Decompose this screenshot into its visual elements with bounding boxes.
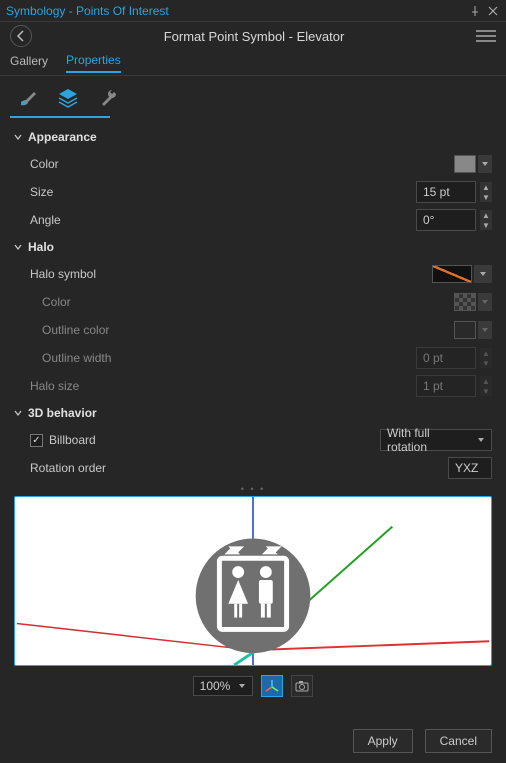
layers-icon[interactable] [56,86,80,110]
halo-outline-width-value: 0 pt [423,351,443,365]
symbol-preview[interactable] [14,496,492,666]
label-halo-size: Halo size [30,379,79,393]
zoom-value: 100% [200,679,231,693]
angle-value: 0° [423,213,434,227]
group-3d-behavior[interactable]: 3D behavior [14,406,492,420]
camera-icon[interactable] [291,675,313,697]
tab-bar: Gallery Properties [0,50,506,76]
row-rotation-order: Rotation order YXZ [14,454,492,482]
cancel-button[interactable]: Cancel [425,729,492,753]
halo-outline-color-dropdown[interactable] [478,321,492,339]
label-halo-symbol: Halo symbol [30,267,96,281]
chevron-down-icon [14,130,24,144]
label-halo-outline-color: Outline color [42,323,109,337]
axes-toggle-icon[interactable] [261,675,283,697]
row-size: Size 15 pt ▲▼ [14,178,492,206]
page-title: Format Point Symbol - Elevator [40,29,468,44]
sub-tab-icons [0,76,506,116]
label-color: Color [30,157,59,171]
header-row: Format Point Symbol - Elevator [0,22,506,50]
halo-symbol-dropdown[interactable] [474,265,492,283]
label-rotation-order: Rotation order [30,461,106,475]
back-button[interactable] [10,25,32,47]
tab-gallery[interactable]: Gallery [10,54,48,72]
row-billboard: ✓ Billboard With full rotation [14,426,492,454]
chevron-down-icon [14,240,24,254]
halo-size-value: 1 pt [423,379,443,393]
zoom-dropdown[interactable]: 100% [193,676,254,696]
title-bar: Symbology - Points Of Interest [0,0,506,22]
wrench-icon[interactable] [96,86,120,110]
size-value: 15 pt [423,185,450,199]
halo-outline-width-input[interactable]: 0 pt [416,347,476,369]
tab-properties[interactable]: Properties [66,53,121,73]
color-well[interactable] [454,155,476,173]
menu-icon[interactable] [476,30,496,42]
halo-color-well[interactable] [454,293,476,311]
group-appearance-label: Appearance [28,130,97,144]
group-halo[interactable]: Halo [14,240,492,254]
angle-input[interactable]: 0° [416,209,476,231]
row-halo-outline-color: Outline color [14,316,492,344]
rotation-order-value: YXZ [455,461,478,475]
halo-color-dropdown[interactable] [478,293,492,311]
color-dropdown[interactable] [478,155,492,173]
rotation-order-dropdown[interactable]: YXZ [448,457,492,479]
size-spinner[interactable]: ▲▼ [480,182,492,202]
halo-symbol-well[interactable] [432,265,472,283]
label-angle: Angle [30,213,61,227]
halo-size-input[interactable]: 1 pt [416,375,476,397]
row-halo-size: Halo size 1 pt ▲▼ [14,372,492,400]
splitter-handle[interactable]: • • • [0,486,506,492]
preview-toolbar: 100% [0,672,506,700]
row-angle: Angle 0° ▲▼ [14,206,492,234]
row-halo-symbol: Halo symbol [14,260,492,288]
size-input[interactable]: 15 pt [416,181,476,203]
chevron-down-icon [14,406,24,420]
group-appearance[interactable]: Appearance [14,130,492,144]
label-halo-outline-width: Outline width [42,351,111,365]
apply-button[interactable]: Apply [353,729,413,753]
label-size: Size [30,185,53,199]
label-billboard: Billboard [49,433,96,447]
panel-title: Symbology - Points Of Interest [6,4,169,18]
pin-icon[interactable] [468,4,482,18]
label-halo-color: Color [42,295,71,309]
billboard-checkbox[interactable]: ✓ [30,434,43,447]
row-halo-color: Color [14,288,492,316]
billboard-mode-dropdown[interactable]: With full rotation [380,429,492,451]
halo-outline-color-well[interactable] [454,321,476,339]
halo-outline-width-spinner[interactable]: ▲▼ [480,348,492,368]
close-icon[interactable] [486,4,500,18]
footer-buttons: Apply Cancel [353,729,492,753]
group-3d-behavior-label: 3D behavior [28,406,97,420]
properties-panel: Appearance Color Size 15 pt ▲▼ Angle 0° … [0,118,506,482]
billboard-mode-value: With full rotation [387,426,471,454]
group-halo-label: Halo [28,240,54,254]
angle-spinner[interactable]: ▲▼ [480,210,492,230]
halo-size-spinner[interactable]: ▲▼ [480,376,492,396]
brush-icon[interactable] [16,86,40,110]
row-halo-outline-width: Outline width 0 pt ▲▼ [14,344,492,372]
row-color: Color [14,150,492,178]
